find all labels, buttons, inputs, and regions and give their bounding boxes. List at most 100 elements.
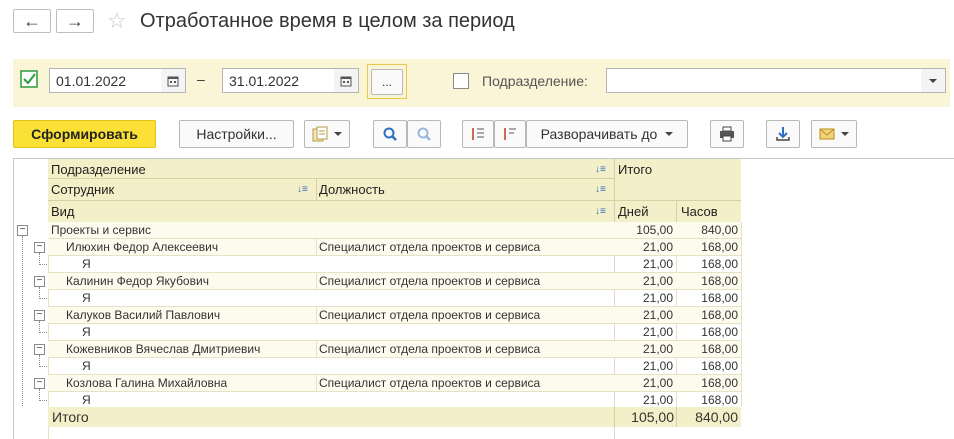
employee-hours: 168,00 (701, 308, 738, 322)
search-next-button[interactable] (407, 120, 441, 148)
header-position: Должность (319, 182, 385, 197)
header-days: Дней (618, 204, 649, 219)
collapse-row-icon[interactable]: − (34, 310, 45, 321)
employee-days: 21,00 (642, 308, 673, 322)
collapse-row-icon[interactable]: − (34, 344, 45, 355)
collapse-row-icon[interactable]: − (34, 242, 45, 253)
kind-days: 21,00 (642, 325, 673, 339)
expand-to-button[interactable]: Разворачивать до (526, 120, 688, 148)
employee-days: 21,00 (642, 342, 673, 356)
page-title: Отработанное время в целом за период (140, 10, 515, 32)
collapse-row-icon[interactable]: − (34, 378, 45, 389)
report-variants-icon (312, 126, 328, 142)
calendar-to-button[interactable] (334, 68, 359, 93)
calendar-from-button[interactable] (161, 68, 186, 93)
variants-button[interactable] (304, 120, 350, 148)
employee-name: Козлова Галина Михайловна (66, 376, 228, 390)
department-dropdown-button[interactable] (921, 68, 946, 93)
kind-hours: 168,00 (701, 325, 738, 339)
header-department: Подразделение (51, 162, 146, 177)
collapse-group-icon[interactable]: − (17, 225, 28, 236)
employee-position: Специалист отдела проектов и сервиса (319, 342, 541, 356)
arrow-right-icon: → (66, 10, 84, 31)
header-kind: Вид (51, 204, 75, 219)
forward-button[interactable]: → (56, 9, 94, 33)
collapse-all-button[interactable] (462, 120, 494, 148)
chevron-down-icon (665, 132, 674, 136)
calendar-icon (340, 76, 352, 86)
header-total: Итого (618, 162, 653, 177)
kind-days: 21,00 (642, 291, 673, 305)
settings-button[interactable]: Настройки... (179, 120, 294, 148)
sort-icon[interactable]: ↓≡ (595, 164, 606, 175)
total-hours: 840,00 (695, 409, 738, 425)
employee-position: Специалист отдела проектов и сервиса (319, 376, 541, 390)
period-select-button[interactable]: ... (371, 68, 403, 95)
expand-icon (504, 128, 516, 140)
date-range-dash: – (197, 71, 205, 87)
checkmark-icon (20, 70, 38, 88)
favorite-star-icon[interactable]: ☆ (107, 8, 127, 34)
search-button[interactable] (373, 120, 407, 148)
send-email-button[interactable] (811, 120, 857, 148)
employee-days: 21,00 (642, 376, 673, 390)
kind-value: Я (82, 359, 91, 373)
calendar-icon (167, 76, 179, 86)
employee-position: Специалист отдела проектов и сервиса (319, 274, 541, 288)
kind-days: 21,00 (642, 359, 673, 373)
employee-hours: 168,00 (701, 342, 738, 356)
expand-all-button[interactable] (494, 120, 526, 148)
group-hours: 840,00 (701, 223, 738, 237)
chevron-down-icon (841, 132, 849, 136)
employee-hours: 168,00 (701, 274, 738, 288)
employee-name: Кожевников Вячеслав Дмитриевич (66, 342, 261, 356)
employee-position: Специалист отдела проектов и сервиса (319, 240, 541, 254)
employee-days: 21,00 (642, 240, 673, 254)
employee-days: 21,00 (642, 274, 673, 288)
sort-icon[interactable]: ↓≡ (595, 184, 606, 195)
date-to-input[interactable]: 31.01.2022 (222, 68, 335, 93)
kind-value: Я (82, 291, 91, 305)
employee-position: Специалист отдела проектов и сервиса (319, 308, 541, 322)
arrow-left-icon: ← (23, 10, 41, 31)
total-days: 105,00 (631, 409, 674, 425)
expand-to-label: Разворачивать до (540, 126, 658, 142)
chevron-down-icon (929, 78, 937, 83)
department-label: Подразделение: (482, 73, 588, 89)
employee-name: Илюхин Федор Алексеевич (66, 240, 219, 254)
group-name: Проекты и сервис (51, 223, 151, 237)
period-checkbox[interactable] (20, 70, 38, 88)
employee-hours: 168,00 (701, 376, 738, 390)
kind-value: Я (82, 325, 91, 339)
period-select-frame: ... (367, 64, 407, 99)
back-button[interactable]: ← (13, 9, 51, 33)
download-icon (776, 127, 790, 141)
chevron-down-icon (334, 132, 342, 136)
save-button[interactable] (766, 120, 800, 148)
collapse-icon (472, 128, 484, 140)
kind-hours: 168,00 (701, 291, 738, 305)
kind-value: Я (82, 257, 91, 271)
sort-icon[interactable]: ↓≡ (297, 184, 308, 195)
print-button[interactable] (710, 120, 744, 148)
printer-icon (720, 126, 734, 142)
header-hours: Часов (681, 204, 718, 219)
date-from-input[interactable]: 01.01.2022 (49, 68, 162, 93)
kind-hours: 168,00 (701, 257, 738, 271)
group-days: 105,00 (636, 223, 673, 237)
employee-hours: 168,00 (701, 240, 738, 254)
sort-icon[interactable]: ↓≡ (595, 206, 606, 217)
kind-hours: 168,00 (701, 359, 738, 373)
search-icon (383, 127, 397, 141)
header-employee: Сотрудник (51, 182, 115, 197)
search-next-icon (417, 127, 431, 141)
envelope-icon (819, 128, 835, 140)
generate-button[interactable]: Сформировать (13, 120, 156, 148)
kind-days: 21,00 (642, 257, 673, 271)
department-checkbox[interactable] (453, 73, 469, 89)
total-label: Итого (52, 409, 89, 425)
collapse-row-icon[interactable]: − (34, 276, 45, 287)
employee-name: Калуков Василий Павлович (66, 308, 221, 322)
employee-name: Калинин Федор Якубович (66, 274, 209, 288)
department-input[interactable] (606, 68, 922, 93)
